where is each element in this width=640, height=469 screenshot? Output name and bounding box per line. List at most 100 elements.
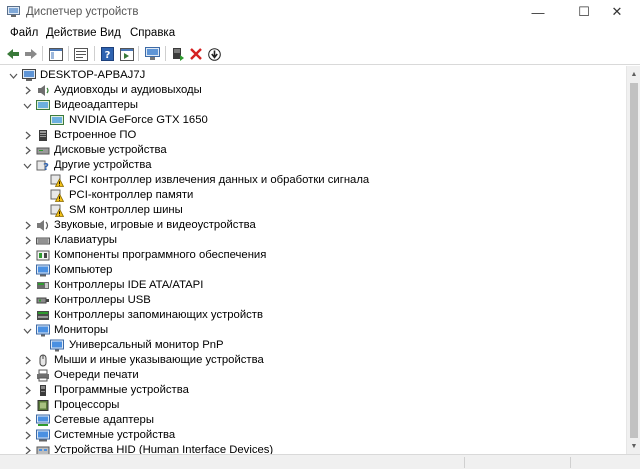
tree-item[interactable]: Компьютер <box>0 263 626 278</box>
disable-device-button[interactable] <box>205 45 223 63</box>
expand-chevron-icon[interactable] <box>22 415 33 426</box>
menu-view[interactable]: Вид <box>100 27 121 39</box>
collapse-chevron-icon[interactable] <box>22 160 33 171</box>
computer-icon <box>22 69 36 81</box>
tree-item-label: Звуковые, игровые и видеоустройства <box>54 219 256 231</box>
menu-help[interactable]: Справка <box>130 27 175 39</box>
show-hide-console-tree-button[interactable] <box>47 45 65 63</box>
tree-root[interactable]: DESKTOP-APBAJ7J <box>0 68 626 83</box>
tree-item-label: Универсальный монитор PnP <box>69 339 224 351</box>
ide-controller-icon <box>37 282 49 289</box>
toolbar-separator <box>165 46 166 61</box>
tree-item[interactable]: Сетевые адаптеры <box>0 413 626 428</box>
processor-icon <box>37 400 49 411</box>
printer-icon <box>37 369 49 382</box>
vertical-scrollbar[interactable]: ▲ ▼ <box>626 66 640 454</box>
expand-chevron-icon[interactable] <box>22 265 33 276</box>
close-button[interactable]: ✕ <box>594 0 640 24</box>
tree-item[interactable]: Устройства HID (Human Interface Devices) <box>0 443 626 454</box>
expand-chevron-icon[interactable] <box>22 310 33 321</box>
expand-chevron-icon[interactable] <box>22 85 33 96</box>
tree-item[interactable]: Мониторы <box>0 323 626 338</box>
display-adapter-icon <box>36 100 50 110</box>
tree-item[interactable]: Аудиовходы и аудиовыходы <box>0 83 626 98</box>
tree-child-item[interactable]: SM контроллер шины <box>0 203 626 218</box>
tree-item-label: Системные устройства <box>54 429 176 441</box>
toolbar-separator <box>68 46 69 61</box>
tree-item[interactable]: Контроллеры запоминающих устройств <box>0 308 626 323</box>
software-component-icon <box>36 250 50 261</box>
tree-item-label: Устройства HID (Human Interface Devices) <box>54 444 274 454</box>
expand-chevron-icon[interactable] <box>22 250 33 261</box>
update-driver-button[interactable] <box>169 45 187 63</box>
hid-icon <box>36 446 50 454</box>
collapse-chevron-icon[interactable] <box>22 100 33 111</box>
expand-chevron-icon[interactable] <box>22 370 33 381</box>
expand-chevron-icon[interactable] <box>22 130 33 141</box>
scan-hardware-button[interactable] <box>143 45 161 63</box>
tree-item[interactable]: Программные устройства <box>0 383 626 398</box>
tree-item[interactable]: Видеоадаптеры <box>0 98 626 113</box>
expand-chevron-icon[interactable] <box>22 295 33 306</box>
tree-item[interactable]: Встроенное ПО <box>0 128 626 143</box>
tree-child-item[interactable]: PCI-контроллер памяти <box>0 188 626 203</box>
expand-chevron-icon[interactable] <box>22 355 33 366</box>
toolbar-separator <box>42 46 43 61</box>
help-button[interactable]: ? <box>98 45 116 63</box>
tree-item[interactable]: Процессоры <box>0 398 626 413</box>
expand-chevron-icon[interactable] <box>22 145 33 156</box>
tree-item-label: Встроенное ПО <box>54 129 137 141</box>
menu-bar: Файл Действие Вид Справка <box>0 24 640 43</box>
tree-item[interactable]: Клавиатуры <box>0 233 626 248</box>
properties-button[interactable] <box>72 45 90 63</box>
show-hide-console-tree-icon <box>49 47 63 61</box>
storage-controller-icon <box>37 311 49 320</box>
monitor-icon <box>50 339 64 352</box>
network-adapter-icon <box>36 414 50 426</box>
tree-item[interactable]: Очереди печати <box>0 368 626 383</box>
monitor-icon <box>36 324 50 337</box>
collapse-chevron-icon[interactable] <box>8 70 19 81</box>
tree-item[interactable]: Компоненты программного обеспечения <box>0 248 626 263</box>
back-button[interactable] <box>4 45 22 63</box>
tree-item[interactable]: Контроллеры IDE ATA/ATAPI <box>0 278 626 293</box>
tree-item[interactable]: Звуковые, игровые и видеоустройства <box>0 218 626 233</box>
show-action-pane-icon <box>120 47 134 61</box>
tree-item[interactable]: Системные устройства <box>0 428 626 443</box>
uninstall-device-button[interactable] <box>187 45 205 63</box>
minimize-button[interactable]: — <box>515 0 561 24</box>
tree-item[interactable]: Контроллеры USB <box>0 293 626 308</box>
warning-device-icon <box>50 174 64 187</box>
tree-item[interactable]: Дисковые устройства <box>0 143 626 158</box>
expand-chevron-icon[interactable] <box>22 220 33 231</box>
scroll-down-arrow-icon[interactable]: ▼ <box>627 439 640 453</box>
scroll-up-arrow-icon[interactable]: ▲ <box>627 67 640 81</box>
computer-icon <box>36 264 50 277</box>
expand-chevron-icon[interactable] <box>22 385 33 396</box>
tree-child-item[interactable]: PCI контроллер извлечения данных и обраб… <box>0 173 626 188</box>
keyboard-icon <box>36 237 50 245</box>
show-action-pane-button[interactable] <box>118 45 136 63</box>
device-manager-app-icon <box>7 6 20 17</box>
toolbar-separator <box>94 46 95 61</box>
expand-chevron-icon[interactable] <box>22 400 33 411</box>
expand-chevron-icon[interactable] <box>22 430 33 441</box>
tree-item-label: Контроллеры IDE ATA/ATAPI <box>54 279 204 291</box>
scrollbar-thumb[interactable] <box>630 83 638 438</box>
forward-button[interactable] <box>22 45 40 63</box>
firmware-icon <box>39 130 47 141</box>
warning-device-icon <box>50 189 64 202</box>
menu-action[interactable]: Действие <box>46 27 97 39</box>
collapse-chevron-icon[interactable] <box>22 325 33 336</box>
menu-file[interactable]: Файл <box>10 27 38 39</box>
expand-chevron-icon[interactable] <box>22 235 33 246</box>
expand-chevron-icon[interactable] <box>22 445 33 454</box>
tree-item[interactable]: ? Другие устройства <box>0 158 626 173</box>
tree-item[interactable]: Мыши и иные указывающие устройства <box>0 353 626 368</box>
tree-item-label: Контроллеры USB <box>54 294 151 306</box>
tree-child-item[interactable]: Универсальный монитор PnP <box>0 338 626 353</box>
tree-child-item[interactable]: NVIDIA GeForce GTX 1650 <box>0 113 626 128</box>
usb-icon <box>36 297 49 304</box>
expand-chevron-icon[interactable] <box>22 280 33 291</box>
tree-item-label: Мыши и иные указывающие устройства <box>54 354 264 366</box>
